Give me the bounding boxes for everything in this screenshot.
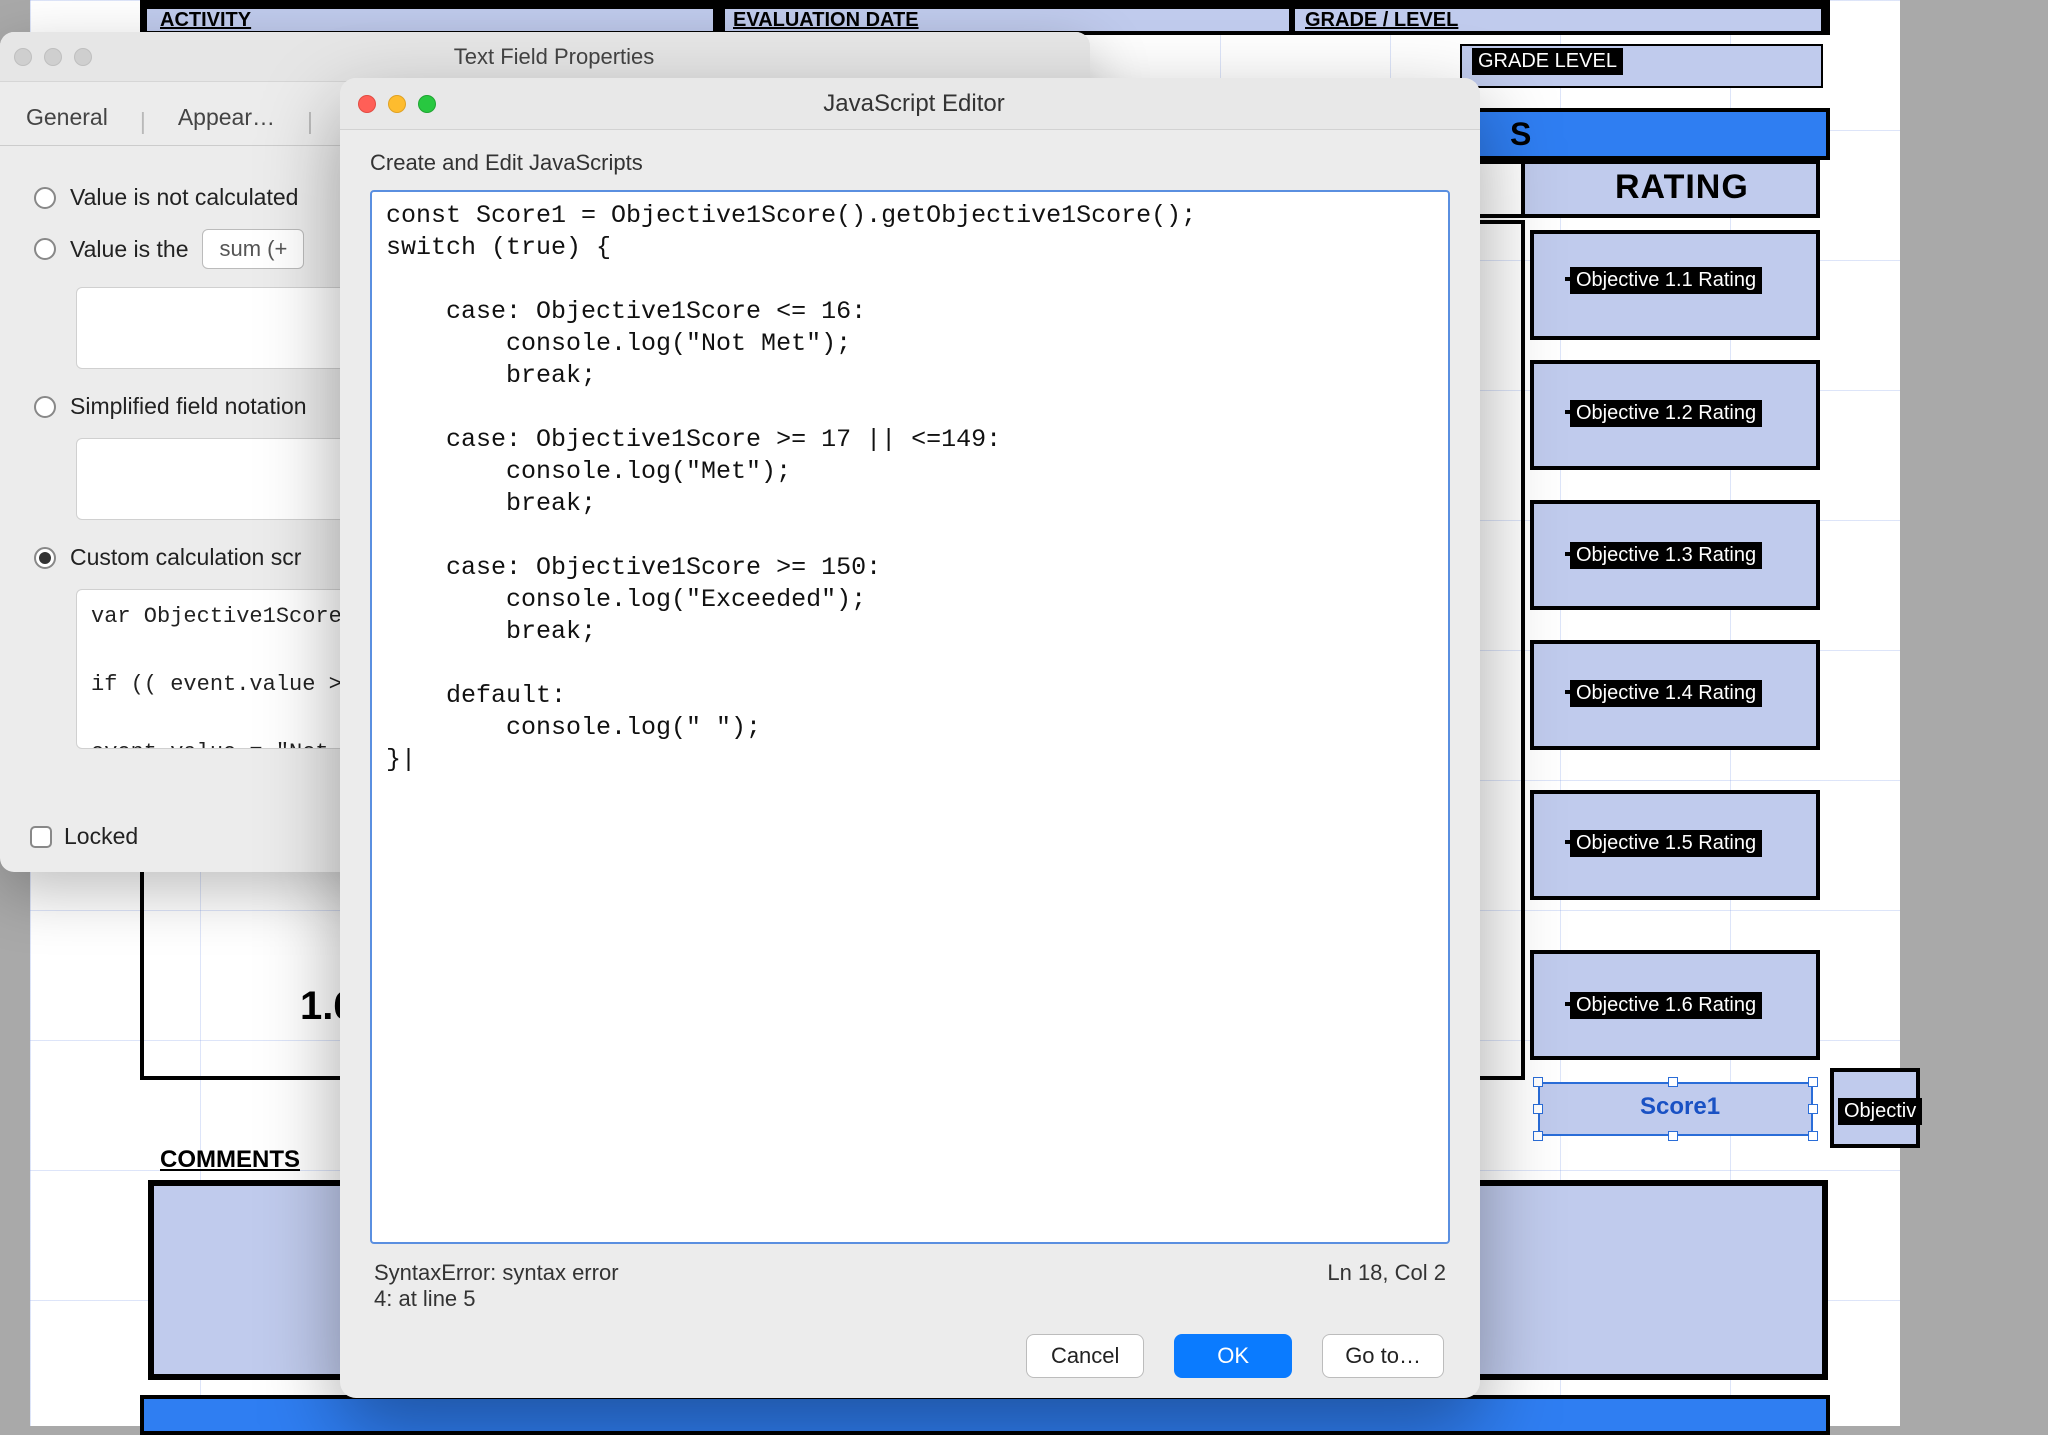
- goto-button[interactable]: Go to…: [1322, 1334, 1444, 1378]
- sel-handle[interactable]: [1668, 1077, 1678, 1087]
- objective-1-2-tag: Objective 1.2 Rating: [1570, 400, 1762, 427]
- objective-1-5-tag: Objective 1.5 Rating: [1570, 830, 1762, 857]
- comments-label: COMMENTS: [160, 1146, 300, 1174]
- sel-handle[interactable]: [1533, 1104, 1543, 1114]
- opt-value-is-label: Value is the: [70, 236, 188, 263]
- activity-label-v: ACTIVITY: [160, 9, 251, 32]
- minimize-icon[interactable]: [44, 48, 62, 66]
- objective-1-4-tag: Objective 1.4 Rating: [1570, 680, 1762, 707]
- grade-level-label: GRADE / LEVEL: [1305, 9, 1458, 32]
- sel-handle[interactable]: [1533, 1131, 1543, 1141]
- close-icon[interactable]: [14, 48, 32, 66]
- objectiv-tag: Objectiv: [1838, 1098, 1922, 1125]
- minimize-icon[interactable]: [388, 95, 406, 113]
- props-window-title: Text Field Properties: [92, 44, 1016, 70]
- sel-handle[interactable]: [1808, 1131, 1818, 1141]
- cancel-button[interactable]: Cancel: [1026, 1334, 1144, 1378]
- js-titlebar[interactable]: JavaScript Editor: [340, 78, 1480, 130]
- rating-column-header: RATING: [1615, 168, 1749, 207]
- radio-not-calculated[interactable]: [34, 187, 56, 209]
- js-error-status: SyntaxError: syntax error 4: at line 5: [374, 1260, 619, 1312]
- radio-simplified[interactable]: [34, 396, 56, 418]
- objective-1-3-tag: Objective 1.3 Rating: [1570, 542, 1762, 569]
- js-window-title: JavaScript Editor: [436, 90, 1392, 118]
- zoom-icon[interactable]: [418, 95, 436, 113]
- tab-appearance[interactable]: Appear…: [174, 98, 279, 145]
- eval-date-label: EVALUATION DATE: [733, 9, 919, 32]
- props-titlebar[interactable]: Text Field Properties: [0, 32, 1090, 82]
- section-s: S: [1510, 116, 1531, 153]
- sel-handle[interactable]: [1668, 1131, 1678, 1141]
- opt-simplified-label: Simplified field notation: [70, 393, 307, 420]
- opt-not-calculated-label: Value is not calculated: [70, 184, 298, 211]
- locked-checkbox[interactable]: [30, 826, 52, 848]
- locked-label: Locked: [64, 823, 138, 850]
- ok-button[interactable]: OK: [1174, 1334, 1292, 1378]
- code-textarea[interactable]: const Score1 = Objective1Score().getObje…: [370, 190, 1450, 1244]
- sum-select[interactable]: sum (+: [202, 229, 304, 269]
- score1-label: Score1: [1640, 1093, 1720, 1121]
- close-icon[interactable]: [358, 95, 376, 113]
- grade-level-field-tag: GRADE LEVEL: [1472, 48, 1623, 75]
- objective-1-1-tag: Objective 1.1 Rating: [1570, 267, 1762, 294]
- radio-value-is[interactable]: [34, 238, 56, 260]
- tab-general[interactable]: General: [22, 98, 112, 145]
- sel-handle[interactable]: [1808, 1104, 1818, 1114]
- sel-handle[interactable]: [1808, 1077, 1818, 1087]
- javascript-editor-window: JavaScript Editor Create and Edit JavaSc…: [340, 78, 1480, 1398]
- opt-custom-script-label: Custom calculation scr: [70, 544, 301, 571]
- objective-1-6-tag: Objective 1.6 Rating: [1570, 992, 1762, 1019]
- zoom-icon[interactable]: [74, 48, 92, 66]
- sel-handle[interactable]: [1533, 1077, 1543, 1087]
- cursor-position: Ln 18, Col 2: [1327, 1260, 1446, 1312]
- radio-custom-script[interactable]: [34, 547, 56, 569]
- js-subtitle: Create and Edit JavaScripts: [370, 150, 1450, 176]
